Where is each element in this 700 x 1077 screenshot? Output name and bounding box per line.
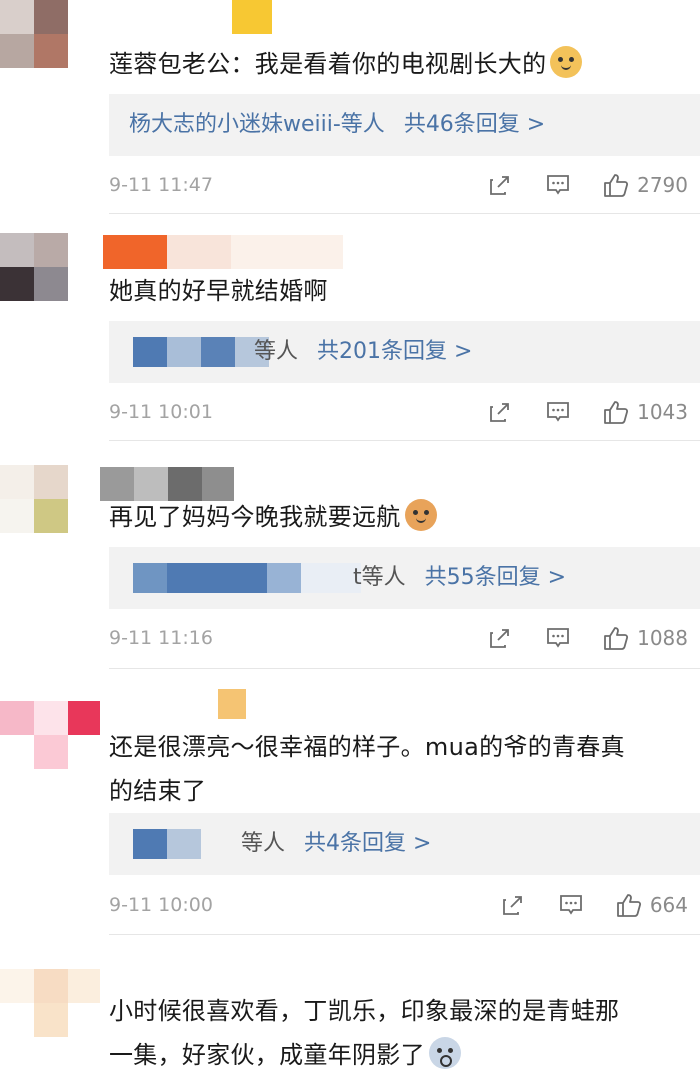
comment-item: 还是很漂亮～很幸福的样子。mua的爷的青春真 的结束了 等人 共4条回复 > 9… — [0, 669, 700, 935]
like-count: 1088 — [637, 626, 688, 650]
like-count: 664 — [649, 893, 688, 917]
comment-text: 莲蓉包老公：我是看着你的电视剧长大的 — [109, 42, 664, 86]
timestamp: 9-11 11:16 — [109, 627, 213, 649]
doge-emoji-icon — [550, 46, 583, 78]
avatar[interactable] — [0, 233, 70, 303]
like-count: 1043 — [637, 400, 688, 424]
thumbs-up-icon[interactable] — [603, 172, 629, 198]
action-bar: 1088 — [455, 618, 688, 658]
username-pixelated[interactable] — [232, 0, 272, 34]
comment-icon[interactable] — [558, 892, 584, 918]
avatar[interactable] — [0, 969, 100, 1039]
reply-users-pixelated — [133, 829, 167, 859]
action-bar: 1043 — [455, 392, 688, 432]
comment-meta: 9-11 11:47 2790 — [109, 165, 688, 205]
reply-line[interactable]: 杨大志的小迷妹weiii-等人 共46条回复 > — [129, 94, 545, 156]
cat-emoji-icon — [404, 499, 437, 531]
comment-icon[interactable] — [545, 625, 571, 651]
share-icon[interactable] — [487, 172, 513, 198]
reply-count-link[interactable]: 共46条回复 > — [404, 112, 545, 137]
username-pixelated[interactable] — [218, 689, 246, 719]
like-count: 2790 — [637, 173, 688, 197]
action-bar: 2790 — [455, 165, 688, 205]
share-icon[interactable] — [487, 399, 513, 425]
comment-meta: 9-11 11:16 1088 — [109, 618, 688, 658]
comment-meta: 9-11 10:00 664 — [109, 885, 688, 925]
share-icon[interactable] — [487, 625, 513, 651]
reply-count-link[interactable]: 共4条回复 > — [304, 831, 431, 856]
avatar[interactable] — [0, 701, 100, 771]
reply-users[interactable]: 杨大志的小迷妹weiii-等人 — [129, 112, 385, 137]
reply-summary[interactable]: 等人 共4条回复 > — [109, 813, 700, 875]
comment-text: 还是很漂亮～很幸福的样子。mua的爷的青春真 的结束了 — [109, 733, 625, 805]
divider — [109, 213, 700, 214]
avatar[interactable] — [0, 0, 70, 70]
reply-summary[interactable]: 等人 共201条回复 > — [109, 321, 700, 383]
thumbs-up-icon[interactable] — [616, 892, 642, 918]
username-pixelated[interactable] — [103, 235, 343, 269]
timestamp: 9-11 10:01 — [109, 401, 213, 423]
share-icon[interactable] — [500, 892, 526, 918]
thumbs-up-icon[interactable] — [603, 399, 629, 425]
reply-users[interactable]: 等人 — [254, 339, 298, 364]
comment-icon[interactable] — [545, 172, 571, 198]
reply-line[interactable]: 等人 共201条回复 > — [254, 321, 472, 383]
reply-count-link[interactable]: 共55条回复 > — [425, 565, 566, 590]
comment-icon[interactable] — [545, 399, 571, 425]
scared-emoji-icon — [428, 1037, 461, 1069]
timestamp: 9-11 10:00 — [109, 894, 213, 916]
comment-text: 再见了妈妈今晚我就要远航 — [109, 495, 664, 539]
timestamp: 9-11 11:47 — [109, 174, 213, 196]
reply-users-pixelated — [133, 563, 167, 593]
avatar[interactable] — [0, 465, 70, 535]
reply-line[interactable]: t等人 共55条回复 > — [353, 547, 566, 609]
comment-text: 她真的好早就结婚啊 — [109, 277, 328, 305]
comment-item: 再见了妈妈今晚我就要远航 t等人 共55条回复 > 9-11 11:16 108… — [0, 441, 700, 669]
reply-count-link[interactable]: 共201条回复 > — [317, 339, 472, 364]
comment-item: 小时候很喜欢看，丁凯乐，印象最深的是青蛙那 一集，好家伙，成童年阴影了 — [0, 935, 700, 1069]
comment-text: 小时候很喜欢看，丁凯乐，印象最深的是青蛙那 一集，好家伙，成童年阴影了 — [109, 997, 620, 1069]
thumbs-up-icon[interactable] — [603, 625, 629, 651]
action-bar: 664 — [468, 885, 688, 925]
reply-summary[interactable]: 杨大志的小迷妹weiii-等人 共46条回复 > — [109, 94, 700, 156]
reply-line[interactable]: 等人 共4条回复 > — [241, 813, 431, 875]
reply-users[interactable]: 等人 — [241, 831, 285, 856]
comment-item: 莲蓉包老公：我是看着你的电视剧长大的 杨大志的小迷妹weiii-等人 共46条回… — [0, 0, 700, 215]
reply-users[interactable]: t等人 — [353, 565, 406, 590]
reply-summary[interactable]: t等人 共55条回复 > — [109, 547, 700, 609]
reply-users-pixelated — [133, 337, 167, 367]
comment-item: 她真的好早就结婚啊 等人 共201条回复 > 9-11 10:01 1043 — [0, 215, 700, 441]
comment-meta: 9-11 10:01 1043 — [109, 392, 688, 432]
